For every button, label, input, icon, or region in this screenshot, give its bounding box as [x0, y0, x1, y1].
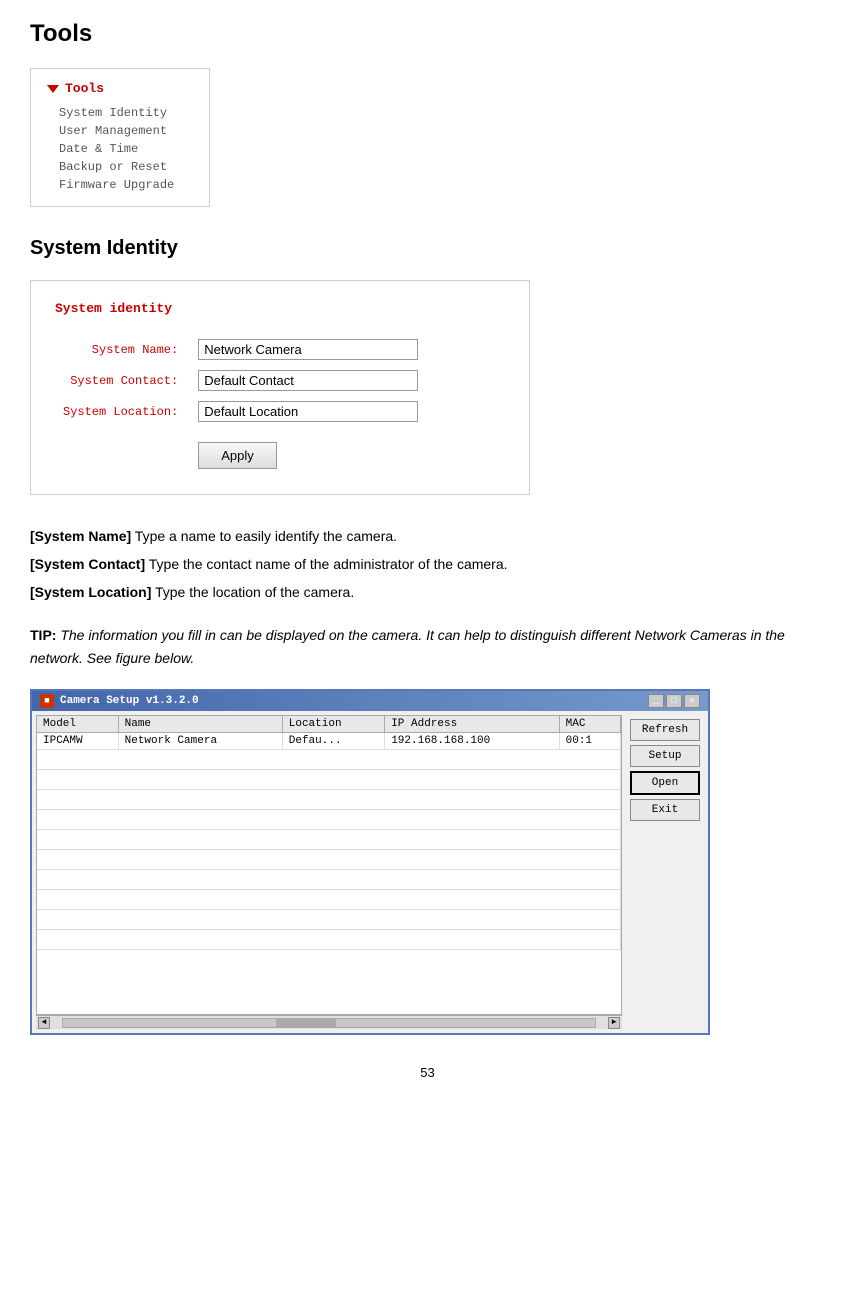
camera-table: Model Name Location IP Address MAC IPCAM… — [37, 716, 621, 950]
refresh-button[interactable]: Refresh — [630, 719, 700, 741]
maximize-button[interactable]: □ — [666, 694, 682, 708]
row-model: IPCAMW — [37, 733, 118, 750]
exit-button[interactable]: Exit — [630, 799, 700, 821]
col-name: Name — [118, 716, 282, 733]
system-name-cell — [190, 334, 426, 365]
page-title: Tools — [30, 20, 825, 48]
system-contact-label: System Contact: — [55, 365, 190, 396]
row-mac: 00:1 — [559, 733, 620, 750]
desc-system-contact: [System Contact] Type the contact name o… — [30, 553, 825, 577]
row-name: Network Camera — [118, 733, 282, 750]
desc-system-name-text: Type a name to easily identify the camer… — [131, 528, 397, 544]
sidebar-item-firmware-upgrade[interactable]: Firmware Upgrade — [59, 176, 193, 194]
nav-header-label: Tools — [65, 81, 104, 96]
col-ip: IP Address — [385, 716, 559, 733]
scroll-left-arrow[interactable]: ◄ — [38, 1017, 50, 1029]
camera-side-buttons: Refresh Setup Open Exit — [626, 715, 704, 1029]
nav-triangle-icon — [47, 85, 59, 93]
tip-text: The information you fill in can be displ… — [30, 627, 785, 665]
sidebar-item-user-management[interactable]: User Management — [59, 122, 193, 140]
desc-system-name: [System Name] Type a name to easily iden… — [30, 525, 825, 549]
section-title: System Identity — [30, 237, 825, 260]
form-row-apply: Apply — [55, 427, 426, 474]
camera-window-title: Camera Setup v1.3.2.0 — [60, 695, 199, 707]
desc-system-location: [System Location] Type the location of t… — [30, 581, 825, 605]
tip-section: TIP: The information you fill in can be … — [30, 624, 825, 669]
col-mac: MAC — [559, 716, 620, 733]
desc-system-contact-label: [System Contact] — [30, 556, 145, 572]
box-header: System identity — [55, 301, 505, 316]
camera-setup-window: ■ Camera Setup v1.3.2.0 _ □ ✕ Model Name… — [30, 689, 710, 1035]
form-row-system-location: System Location: — [55, 396, 426, 427]
system-identity-box: System identity System Name: System Cont… — [30, 280, 530, 495]
form-table: System Name: System Contact: System Loca… — [55, 334, 426, 474]
table-row[interactable]: IPCAMW Network Camera Defau... 192.168.1… — [37, 733, 621, 750]
camera-table-area: Model Name Location IP Address MAC IPCAM… — [36, 715, 622, 1015]
nav-items-list: System Identity User Management Date & T… — [47, 104, 193, 194]
col-location: Location — [282, 716, 384, 733]
camera-window-icon: ■ — [40, 694, 54, 708]
form-row-system-name: System Name: — [55, 334, 426, 365]
sidebar-item-date-time[interactable]: Date & Time — [59, 140, 193, 158]
sidebar-item-system-identity[interactable]: System Identity — [59, 104, 193, 122]
description-section: [System Name] Type a name to easily iden… — [30, 525, 825, 604]
scroll-right-arrow[interactable]: ► — [608, 1017, 620, 1029]
camera-body: Model Name Location IP Address MAC IPCAM… — [32, 711, 708, 1033]
system-contact-input[interactable] — [198, 370, 418, 391]
system-location-input[interactable] — [198, 401, 418, 422]
close-button[interactable]: ✕ — [684, 694, 700, 708]
titlebar-buttons: _ □ ✕ — [648, 694, 700, 708]
system-contact-cell — [190, 365, 426, 396]
system-location-cell — [190, 396, 426, 427]
row-ip: 192.168.168.100 — [385, 733, 559, 750]
titlebar-left: ■ Camera Setup v1.3.2.0 — [40, 694, 199, 708]
scrollbar-thumb[interactable] — [276, 1019, 336, 1027]
tip-label: TIP: — [30, 627, 56, 643]
camera-titlebar: ■ Camera Setup v1.3.2.0 _ □ ✕ — [32, 691, 708, 711]
page-number: 53 — [30, 1065, 825, 1080]
sidebar-item-backup-reset[interactable]: Backup or Reset — [59, 158, 193, 176]
nav-box: Tools System Identity User Management Da… — [30, 68, 210, 207]
camera-table-container: Model Name Location IP Address MAC IPCAM… — [36, 715, 622, 1029]
apply-button[interactable]: Apply — [198, 442, 277, 469]
nav-header: Tools — [47, 81, 193, 96]
scrollbar-track[interactable] — [62, 1018, 596, 1028]
open-button[interactable]: Open — [630, 771, 700, 795]
col-model: Model — [37, 716, 118, 733]
system-name-input[interactable] — [198, 339, 418, 360]
system-name-label: System Name: — [55, 334, 190, 365]
row-location: Defau... — [282, 733, 384, 750]
desc-system-location-label: [System Location] — [30, 584, 151, 600]
system-location-label: System Location: — [55, 396, 190, 427]
desc-system-contact-text: Type the contact name of the administrat… — [145, 556, 507, 572]
minimize-button[interactable]: _ — [648, 694, 664, 708]
setup-button[interactable]: Setup — [630, 745, 700, 767]
horizontal-scrollbar[interactable]: ◄ ► — [36, 1015, 622, 1029]
form-row-system-contact: System Contact: — [55, 365, 426, 396]
desc-system-location-text: Type the location of the camera. — [151, 584, 354, 600]
desc-system-name-label: [System Name] — [30, 528, 131, 544]
